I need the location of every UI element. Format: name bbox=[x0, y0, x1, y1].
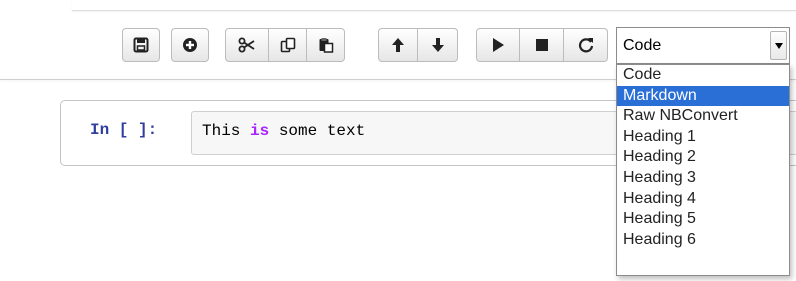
play-icon bbox=[491, 37, 505, 53]
option-heading-5[interactable]: Heading 5 bbox=[617, 209, 789, 230]
plus-circle-icon bbox=[182, 37, 198, 53]
cell-type-value: Code bbox=[623, 37, 662, 54]
option-code[interactable]: Code bbox=[617, 65, 789, 86]
save-icon bbox=[133, 37, 149, 53]
option-raw-nbconvert[interactable]: Raw NBConvert bbox=[617, 106, 789, 127]
option-heading-4[interactable]: Heading 4 bbox=[617, 189, 789, 210]
paste-button[interactable] bbox=[307, 28, 345, 62]
chevron-down-icon[interactable] bbox=[770, 31, 787, 60]
copy-button[interactable] bbox=[269, 28, 307, 62]
restart-button[interactable] bbox=[564, 28, 608, 62]
paste-icon bbox=[318, 37, 334, 53]
move-down-button[interactable] bbox=[418, 28, 458, 62]
cell-type-select[interactable]: Code bbox=[616, 27, 790, 64]
header-divider bbox=[72, 0, 796, 11]
interrupt-button[interactable] bbox=[520, 28, 564, 62]
code-text: some text bbox=[269, 122, 366, 140]
option-heading-3[interactable]: Heading 3 bbox=[617, 168, 789, 189]
cell-code: This is some text bbox=[202, 122, 365, 140]
option-heading-1[interactable]: Heading 1 bbox=[617, 127, 789, 148]
code-keyword: is bbox=[250, 122, 270, 140]
save-button[interactable] bbox=[122, 28, 160, 62]
copy-icon bbox=[280, 37, 296, 53]
code-text: This bbox=[202, 122, 251, 140]
stop-icon bbox=[535, 38, 549, 52]
option-heading-2[interactable]: Heading 2 bbox=[617, 147, 789, 168]
arrow-down-icon bbox=[430, 37, 446, 53]
option-heading-6[interactable]: Heading 6 bbox=[617, 230, 789, 251]
insert-cell-button[interactable] bbox=[171, 28, 209, 62]
cell-prompt: In [ ]: bbox=[90, 121, 158, 139]
cell-type-dropdown: Code Markdown Raw NBConvert Heading 1 He… bbox=[616, 64, 790, 276]
option-markdown[interactable]: Markdown bbox=[617, 85, 789, 107]
move-up-button[interactable] bbox=[378, 28, 418, 62]
cut-button[interactable] bbox=[225, 28, 269, 62]
arrow-up-icon bbox=[390, 37, 406, 53]
run-button[interactable] bbox=[476, 28, 520, 62]
restart-icon bbox=[578, 37, 594, 53]
scissors-icon bbox=[238, 37, 256, 53]
